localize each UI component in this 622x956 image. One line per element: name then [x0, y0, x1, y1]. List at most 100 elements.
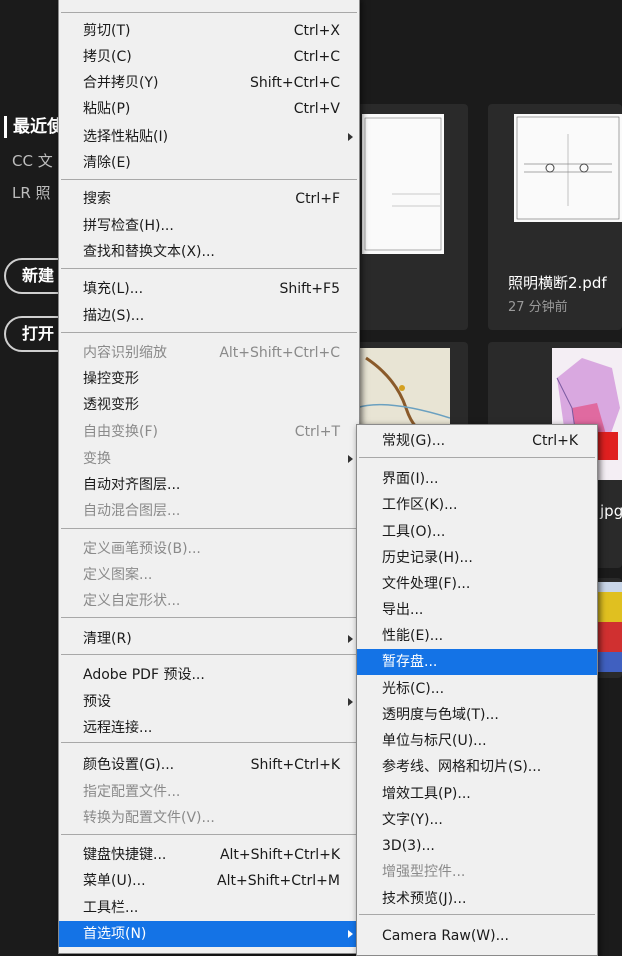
submenu-item[interactable]: 参考线、网格和切片(S)... [357, 754, 597, 780]
submenu-item-label: 3D(3)... [382, 838, 435, 854]
menu-item-shortcut: Alt+Shift+Ctrl+M [217, 873, 340, 889]
menu-item-shortcut: Alt+Shift+Ctrl+C [219, 345, 340, 361]
menu-item[interactable]: 指定配置文件... [59, 779, 359, 805]
submenu-item-label: 常规(G)... [382, 433, 446, 449]
menu-item-label: 透视变形 [83, 397, 139, 413]
menu-item[interactable]: 操控变形 [59, 366, 359, 392]
menu-item-label: 选择性粘贴(I) [83, 129, 169, 145]
menu-item-shortcut: Ctrl+C [293, 49, 340, 65]
menu-item-shortcut: Ctrl+F [295, 191, 340, 207]
edit-menu: 剪切(T) Ctrl+X 拷贝(C) Ctrl+C 合并拷贝(Y) Shift+Ctrl+… [58, 0, 360, 954]
menu-item[interactable]: 剪切(T) Ctrl+X [59, 18, 359, 44]
menu-item[interactable]: 内容识别缩放 Alt+Shift+Ctrl+C [59, 340, 359, 366]
submenu-item[interactable]: 工具(O)... [357, 519, 597, 545]
menu-item-label: 内容识别缩放 [83, 345, 167, 361]
submenu-item-label: 界面(I)... [382, 471, 439, 487]
recent-file-card[interactable]: 照明横断2.pdf 27 分钟前 [488, 104, 622, 330]
menu-item[interactable]: 清理(R) [59, 626, 359, 652]
menu-item-label: 合并拷贝(Y) [83, 75, 159, 91]
submenu-item[interactable]: 3D(3)... [357, 833, 597, 859]
submenu-item[interactable]: 技术预览(J)... [357, 886, 597, 912]
menu-item-label: Adobe PDF 预设... [83, 667, 205, 683]
submenu-arrow-icon [348, 455, 353, 463]
menu-item[interactable]: 远程连接... [59, 715, 359, 741]
menu-item[interactable]: 搜索 Ctrl+F [59, 186, 359, 212]
menu-item[interactable]: 菜单(U)... Alt+Shift+Ctrl+M [59, 868, 359, 894]
submenu-item[interactable]: 增效工具(P)... [357, 781, 597, 807]
menu-item[interactable]: 粘贴(P) Ctrl+V [59, 96, 359, 122]
menu-item[interactable]: 首选项(N) [59, 921, 359, 947]
menu-item-label: 指定配置文件... [83, 784, 181, 800]
submenu-item[interactable]: 历史记录(H)... [357, 545, 597, 571]
menu-item[interactable]: 合并拷贝(Y) Shift+Ctrl+C [59, 70, 359, 96]
submenu-item[interactable]: 常规(G)... Ctrl+K [357, 428, 597, 454]
menu-item[interactable]: 自动对齐图层... [59, 472, 359, 498]
menu-item[interactable]: 自由变换(F) Ctrl+T [59, 419, 359, 445]
submenu-item-label: 文字(Y)... [382, 812, 443, 828]
file-thumbnail [362, 114, 444, 254]
submenu-arrow-icon [348, 698, 353, 706]
submenu-item[interactable]: 暂存盘... [357, 649, 597, 675]
sidebar-item-cc-files[interactable]: CC 文 [12, 150, 53, 171]
menu-item[interactable]: 拼写检查(H)... [59, 213, 359, 239]
submenu-item[interactable]: 单位与标尺(U)... [357, 728, 597, 754]
recent-heading: 最近使 [4, 116, 64, 138]
menu-item[interactable]: 描边(S)... [59, 303, 359, 329]
menu-separator [61, 332, 357, 333]
submenu-item[interactable]: Camera Raw(W)... [357, 923, 597, 949]
submenu-item[interactable]: 文字(Y)... [357, 807, 597, 833]
menu-item-label: 预设 [83, 694, 111, 710]
submenu-item[interactable]: 文件处理(F)... [357, 571, 597, 597]
menu-item-label: 首选项(N) [83, 926, 147, 942]
menu-item[interactable]: 工具栏... [59, 895, 359, 921]
submenu-item[interactable]: 增强型控件... [357, 859, 597, 885]
menu-item-label: 搜索 [83, 191, 111, 207]
menu-item[interactable]: 变换 [59, 446, 359, 472]
menu-separator [359, 457, 595, 458]
submenu-arrow-icon [348, 635, 353, 643]
sidebar-item-lr-photos[interactable]: LR 照 [12, 182, 51, 203]
submenu-item-label: 历史记录(H)... [382, 550, 473, 566]
menu-item-label: 操控变形 [83, 371, 139, 387]
menu-item[interactable]: 转换为配置文件(V)... [59, 805, 359, 831]
menu-item[interactable]: 选择性粘贴(I) [59, 124, 359, 150]
submenu-item[interactable]: 界面(I)... [357, 466, 597, 492]
submenu-item[interactable]: 透明度与色域(T)... [357, 702, 597, 728]
menu-item[interactable]: 清除(E) [59, 150, 359, 176]
menu-separator [61, 834, 357, 835]
menu-item-label: 转换为配置文件(V)... [83, 810, 215, 826]
menu-item[interactable]: 查找和替换文本(X)... [59, 239, 359, 265]
menu-item[interactable]: Adobe PDF 预设... [59, 662, 359, 688]
submenu-item[interactable]: 光标(C)... [357, 676, 597, 702]
menu-item-shortcut: Shift+Ctrl+C [250, 75, 340, 91]
menu-item[interactable]: 颜色设置(G)... Shift+Ctrl+K [59, 752, 359, 778]
menu-separator [61, 528, 357, 529]
menu-item[interactable]: 键盘快捷键... Alt+Shift+Ctrl+K [59, 842, 359, 868]
submenu-item-label: 单位与标尺(U)... [382, 733, 487, 749]
submenu-item[interactable]: 工作区(K)... [357, 492, 597, 518]
menu-item[interactable]: 透视变形 [59, 392, 359, 418]
menu-item[interactable]: 拷贝(C) Ctrl+C [59, 44, 359, 70]
menu-item[interactable]: 定义图案... [59, 562, 359, 588]
menu-item-label: 定义画笔预设(B)... [83, 541, 201, 557]
menu-item-label: 剪切(T) [83, 23, 131, 39]
menu-item-shortcut: Alt+Shift+Ctrl+K [219, 847, 340, 863]
menu-item[interactable]: 预设 [59, 689, 359, 715]
menu-item[interactable]: 自动混合图层... [59, 498, 359, 524]
menu-item-label: 定义自定形状... [83, 593, 181, 609]
menu-item[interactable]: 定义画笔预设(B)... [59, 536, 359, 562]
menu-item-shortcut: Shift+F5 [279, 281, 340, 297]
menu-item-label: 自由变换(F) [83, 424, 158, 440]
submenu-item[interactable]: 导出... [357, 597, 597, 623]
menu-item-label: 清理(R) [83, 631, 132, 647]
file-thumbnail [514, 114, 622, 222]
menu-item[interactable]: 定义自定形状... [59, 588, 359, 614]
submenu-item-label: Camera Raw(W)... [382, 928, 509, 944]
menu-item-label: 描边(S)... [83, 308, 145, 324]
menu-item-label: 工具栏... [83, 900, 139, 916]
submenu-item[interactable]: 性能(E)... [357, 623, 597, 649]
menu-separator [61, 179, 357, 180]
menu-item[interactable]: 填充(L)... Shift+F5 [59, 276, 359, 302]
submenu-item-label: 光标(C)... [382, 681, 445, 697]
submenu-item-label: 暂存盘... [382, 654, 438, 670]
